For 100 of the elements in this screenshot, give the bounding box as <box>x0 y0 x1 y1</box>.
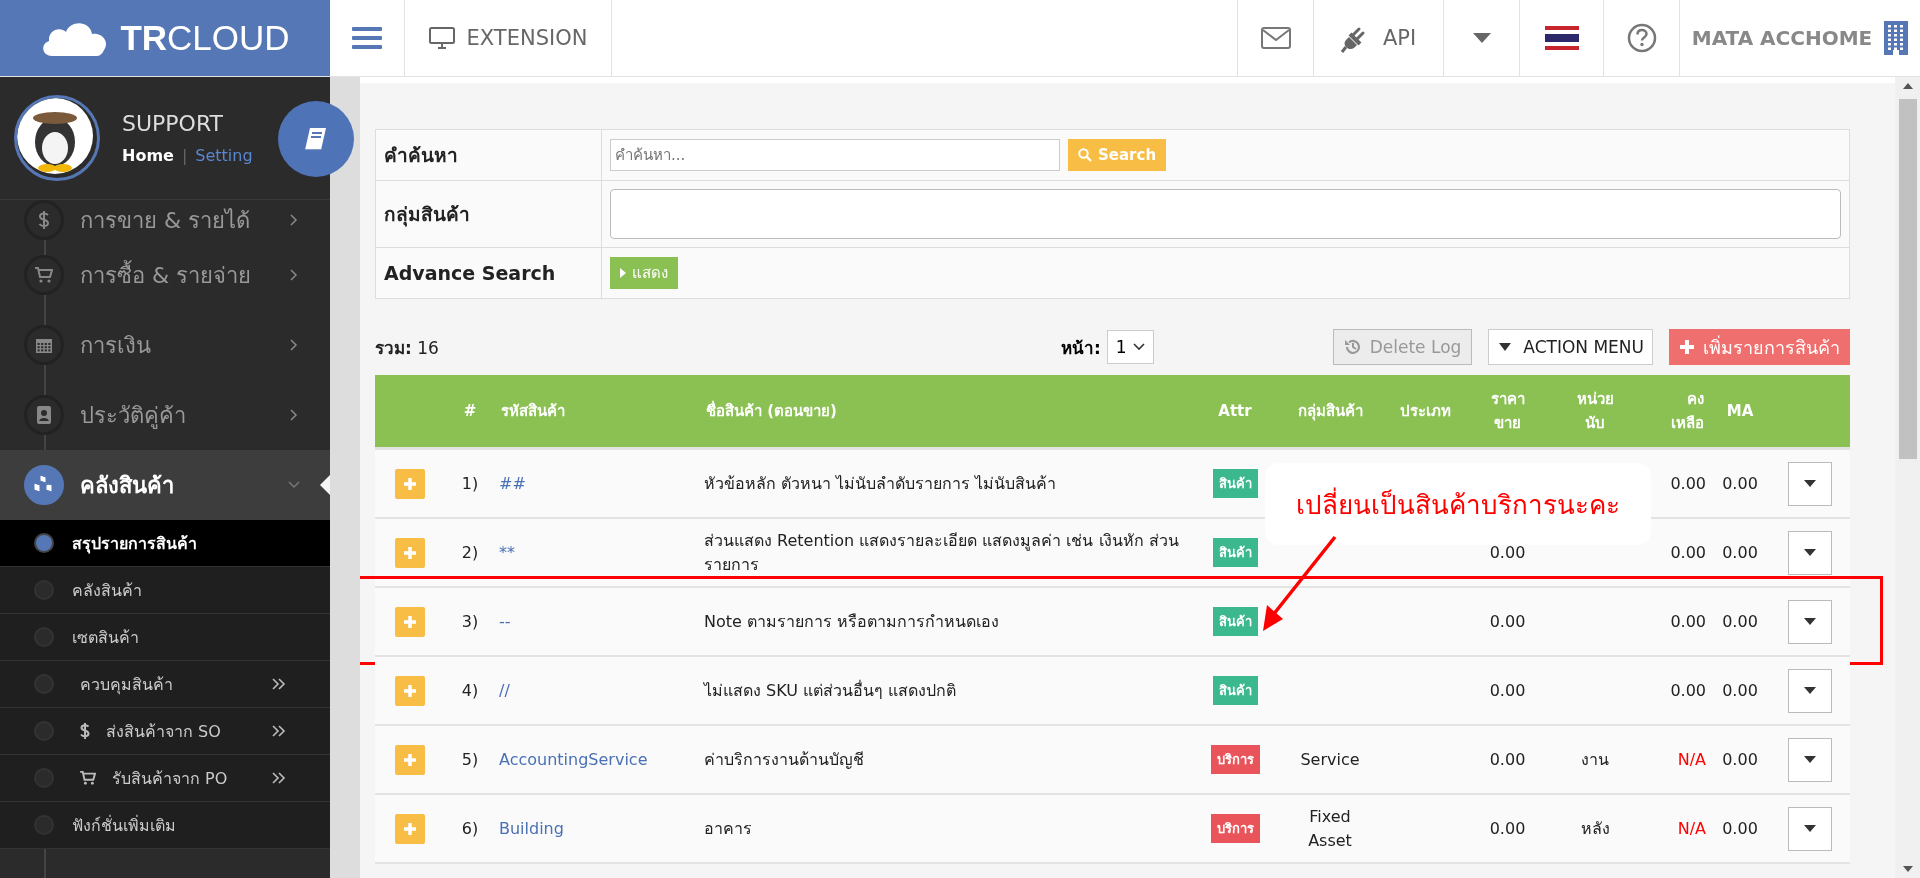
column-header: Attr <box>1217 402 1253 420</box>
caret-icon <box>1804 687 1816 694</box>
attr-tag: บริการ <box>1210 814 1260 843</box>
page-label: หน้า: <box>1061 336 1101 360</box>
column-header: รหัสสินค้า <box>500 401 566 422</box>
calendar-icon <box>24 325 64 365</box>
table-cell-text: 0.00 <box>1721 750 1759 769</box>
table-cell-text: Fixed Asset <box>1307 806 1353 852</box>
row-menu-button[interactable] <box>1788 461 1832 506</box>
table-cell-text: 0.00 <box>1488 543 1527 562</box>
row-menu-button[interactable] <box>1788 806 1832 851</box>
chevron-icon <box>288 269 300 281</box>
table-cell-text: 0.00 <box>1488 750 1527 769</box>
table-cell-text: 0.00 <box>1488 681 1527 700</box>
table-cell-text: 6) <box>460 819 480 838</box>
monitor-icon <box>428 27 455 49</box>
plus-icon <box>403 545 417 560</box>
product-code-link[interactable]: Building <box>495 819 700 838</box>
caret-icon <box>1499 343 1512 351</box>
row-menu-button[interactable] <box>1788 737 1832 782</box>
attr-tag: สินค้า <box>1212 607 1258 636</box>
column-header: ประเภท <box>1398 401 1452 422</box>
table-cell-text: 0.00 <box>1721 819 1759 838</box>
brand-logo[interactable]: TRCLOUD <box>0 0 330 76</box>
table-cell-text: 5) <box>460 750 480 769</box>
double-chevron-icon <box>272 678 286 690</box>
plus-icon <box>1679 339 1695 355</box>
add-product-button[interactable]: เพิ่มรายการสินค้า <box>1669 329 1850 365</box>
group-field[interactable] <box>610 189 1841 239</box>
product-code-link[interactable]: ## <box>495 474 700 493</box>
table-cell-text: ไม่แสดง SKU แต่ส่วนอื่นๆ แสดงปกติ <box>702 679 958 702</box>
table-cell-text: 1) <box>460 474 480 493</box>
scroll-down-icon[interactable] <box>1902 866 1913 872</box>
total-count: รวม: 16 <box>375 336 440 360</box>
field-label: กลุ่มสินค้า <box>383 202 471 229</box>
row-menu-button[interactable] <box>1788 530 1832 575</box>
double-chevron-icon <box>272 772 286 784</box>
annotation-callout: เปลี่ยนเป็นสินค้าบริการนะคะ <box>1265 463 1651 545</box>
product-code-link[interactable]: AccountingService <box>495 750 700 769</box>
link-separator: | <box>181 146 188 165</box>
sidebar-item[interactable]: การซื้อ & รายจ่าย <box>0 240 330 310</box>
sidebar-subitem[interactable]: ควบคุมสินค้า <box>0 661 330 708</box>
row-menu-button[interactable] <box>1788 599 1832 644</box>
caret-icon <box>1804 549 1816 556</box>
plus-icon <box>403 614 417 629</box>
scrollbar-thumb[interactable] <box>1898 99 1917 459</box>
attr-tag: สินค้า <box>1212 538 1258 567</box>
table-cell-text: 0.00 <box>1669 612 1707 631</box>
cart-icon <box>80 771 96 785</box>
column-header: MA <box>1725 402 1755 420</box>
sidebar-subitem[interactable]: เซตสินค้า <box>0 614 330 661</box>
logo-text: TRCLOUD <box>120 18 290 58</box>
product-code-link[interactable]: // <box>495 681 700 700</box>
setting-link[interactable]: Setting <box>195 146 253 165</box>
sidebar-item[interactable]: การเงิน <box>0 310 330 380</box>
history-icon <box>1343 338 1362 356</box>
table-cell-text: 0.00 <box>1669 681 1707 700</box>
caret-icon <box>1804 825 1816 832</box>
product-code-link[interactable]: ** <box>495 543 700 562</box>
sidebar-item[interactable]: คลังสินค้า <box>0 450 330 520</box>
caret-icon <box>1804 756 1816 763</box>
action-menu-button[interactable]: ACTION MENU <box>1488 329 1653 365</box>
table-cell-text: หลัง <box>1579 818 1611 840</box>
table-cell-text: 0.00 <box>1669 543 1707 562</box>
chevron-icon <box>1132 343 1145 351</box>
attr-tag: สินค้า <box>1212 469 1258 498</box>
product-code-link[interactable]: -- <box>495 612 700 631</box>
avatar[interactable] <box>14 95 100 181</box>
table-cell-text: 0.00 <box>1721 474 1759 493</box>
dollar-icon <box>80 723 90 739</box>
contact-icon <box>24 395 64 435</box>
column-header: หน่วย นับ <box>1575 389 1615 434</box>
plus-icon <box>403 476 417 491</box>
sidebar-subitem[interactable]: สรุปรายการสินค้า <box>0 520 330 567</box>
plus-icon <box>403 821 417 836</box>
chevron-icon <box>288 479 300 491</box>
attr-tag: สินค้า <box>1212 676 1258 705</box>
sidebar-subitem[interactable]: รับสินค้าจาก PO <box>0 755 330 802</box>
row-menu-button[interactable] <box>1788 668 1832 713</box>
caret-icon <box>1804 480 1816 487</box>
table-cell-text: Note ตามรายการ หรือตามการกำหนดเอง <box>703 610 1001 633</box>
home-link[interactable]: Home <box>122 146 174 165</box>
table-cell-text: 0.00 <box>1488 819 1527 838</box>
sidebar-subitem[interactable]: ส่งสินค้าจาก SO <box>0 708 330 755</box>
scroll-up-icon[interactable] <box>1902 83 1913 89</box>
chevron-icon <box>288 214 300 226</box>
field-label: Advance Search <box>383 262 557 284</box>
sidebar-item[interactable]: การขาย & รายได้ <box>0 200 330 240</box>
boxes-icon <box>24 465 64 505</box>
column-header: ชื่อสินค้า (ตอนขาย) <box>705 399 838 422</box>
search-field[interactable]: คำค้นหา... <box>610 139 1060 171</box>
table-cell-text: 0.00 <box>1721 543 1759 562</box>
sidebar-item[interactable]: ประวัติคู่ค้า <box>0 380 330 450</box>
sidebar-subitem[interactable]: คลังสินค้า <box>0 567 330 614</box>
sidebar-subitem[interactable]: ฟังก์ชั่นเพิ่มเติม <box>0 802 330 849</box>
table-cell-text: ค่าบริการงานด้านบัญชี <box>703 748 865 771</box>
table-cell-text: N/A <box>1676 750 1707 769</box>
double-chevron-icon <box>272 725 286 737</box>
page-select[interactable]: 1 <box>1106 330 1154 364</box>
table-cell-text: 0.00 <box>1721 612 1759 631</box>
